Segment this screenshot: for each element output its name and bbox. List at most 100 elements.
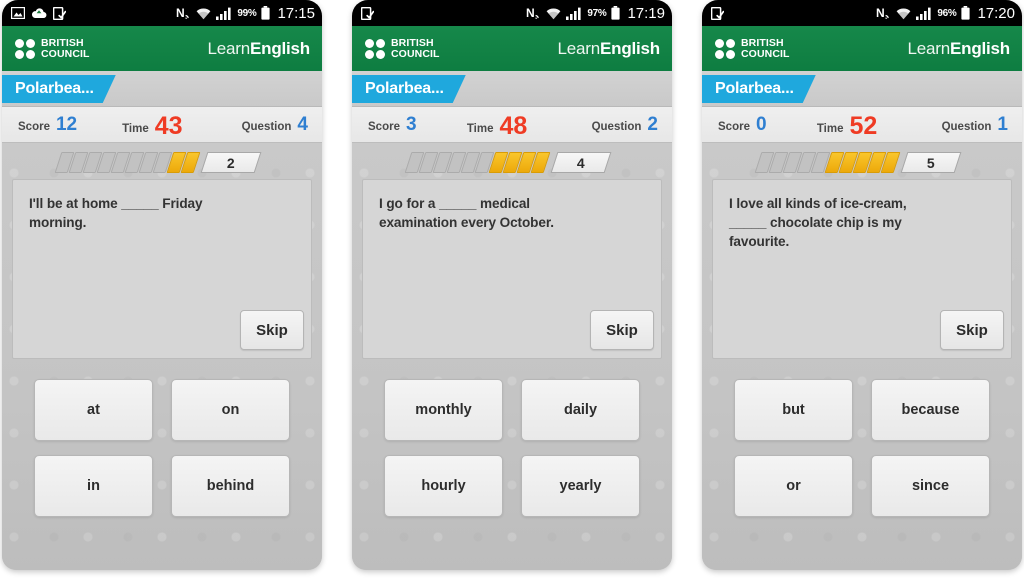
quiz-body: 2 I'll be at home _____ Friday morning. … bbox=[2, 143, 322, 570]
tab-strip: Polarbea... bbox=[2, 71, 322, 107]
answer-option-4[interactable]: since bbox=[871, 455, 990, 517]
score-stat: Score 3 bbox=[368, 114, 417, 136]
question-value: 1 bbox=[997, 113, 1008, 135]
progress-badge: 5 bbox=[900, 151, 962, 173]
score-label: Score bbox=[718, 120, 750, 133]
status-bar: N 96% 17:20 bbox=[702, 0, 1022, 26]
skip-button[interactable]: Skip bbox=[590, 310, 654, 350]
wifi-icon bbox=[546, 7, 561, 19]
svg-text:N: N bbox=[876, 6, 885, 20]
progress-bars bbox=[404, 151, 551, 173]
british-council-wordmark: BRITISH COUNCIL bbox=[741, 38, 790, 59]
quiz-body: 5 I love all kinds of ice-cream, _____ c… bbox=[702, 143, 1022, 570]
status-clock: 17:15 bbox=[277, 4, 315, 22]
status-right-icons: N 96% 17:20 bbox=[876, 5, 1015, 22]
answer-option-2[interactable]: on bbox=[171, 379, 290, 441]
learnenglish-logo: LearnEnglish bbox=[557, 38, 661, 59]
stats-bar: Score 12 Time 43 Question 4 bbox=[2, 107, 322, 143]
brand-header: BRITISH COUNCIL LearnEnglish bbox=[702, 26, 1022, 71]
answer-option-3[interactable]: hourly bbox=[384, 455, 503, 517]
device-sync-icon bbox=[361, 6, 374, 20]
battery-percent-label: 97% bbox=[587, 7, 607, 19]
stats-bar: Score 0 Time 52 Question 1 bbox=[702, 107, 1022, 143]
brand-line-1: BRITISH bbox=[391, 37, 434, 49]
quiz-body: 4 I go for a _____ medical examination e… bbox=[352, 143, 672, 570]
time-value: 43 bbox=[154, 112, 183, 140]
answer-option-1[interactable]: monthly bbox=[384, 379, 503, 441]
four-dots-icon bbox=[15, 38, 35, 59]
nfc-icon: N bbox=[526, 6, 540, 20]
battery-percent-label: 99% bbox=[237, 7, 257, 19]
question-label: Question bbox=[591, 120, 642, 133]
answer-option-2[interactable]: because bbox=[871, 379, 990, 441]
answer-option-4[interactable]: behind bbox=[171, 455, 290, 517]
british-council-logo: BRITISH COUNCIL bbox=[15, 38, 90, 59]
question-card: I'll be at home _____ Friday morning. Sk… bbox=[12, 179, 312, 359]
status-right-icons: N 99% 17:15 bbox=[176, 5, 315, 22]
answer-option-2[interactable]: daily bbox=[521, 379, 640, 441]
answer-option-3[interactable]: or bbox=[734, 455, 853, 517]
answer-option-4[interactable]: yearly bbox=[521, 455, 640, 517]
progress-strip: 2 bbox=[12, 151, 312, 173]
signal-icon bbox=[216, 7, 231, 20]
score-label: Score bbox=[368, 120, 400, 133]
brand-line-1: BRITISH bbox=[41, 37, 84, 49]
time-stat: Time 48 bbox=[417, 110, 592, 140]
time-value: 48 bbox=[499, 112, 528, 140]
brand-header: BRITISH COUNCIL LearnEnglish bbox=[2, 26, 322, 71]
time-value: 52 bbox=[849, 112, 878, 140]
svg-text:N: N bbox=[176, 6, 185, 20]
time-label: Time bbox=[816, 123, 844, 135]
question-value: 4 bbox=[297, 113, 308, 135]
question-text: I love all kinds of ice-cream, _____ cho… bbox=[729, 196, 907, 249]
progress-badge-value: 4 bbox=[577, 154, 585, 170]
question-card: I love all kinds of ice-cream, _____ cho… bbox=[712, 179, 1012, 359]
status-left-icons bbox=[711, 6, 724, 20]
battery-icon bbox=[611, 6, 621, 20]
time-stat: Time 52 bbox=[767, 110, 942, 140]
skip-button[interactable]: Skip bbox=[940, 310, 1004, 350]
learn-word: Learn bbox=[557, 38, 601, 58]
answer-option-1[interactable]: at bbox=[34, 379, 153, 441]
question-stat: Question 4 bbox=[242, 114, 308, 136]
learn-word: Learn bbox=[207, 38, 251, 58]
british-council-logo: BRITISH COUNCIL bbox=[715, 38, 790, 59]
tab-strip: Polarbea... bbox=[352, 71, 672, 107]
answer-option-3[interactable]: in bbox=[34, 455, 153, 517]
english-word: English bbox=[600, 38, 660, 58]
tab-polarbear[interactable]: Polarbea... bbox=[352, 75, 466, 103]
score-stat: Score 0 bbox=[718, 114, 767, 136]
score-label: Score bbox=[18, 120, 50, 133]
brand-line-2: COUNCIL bbox=[741, 47, 790, 60]
answer-options: monthly daily hourly yearly bbox=[362, 379, 662, 517]
question-text: I go for a _____ medical examination eve… bbox=[379, 196, 554, 230]
status-clock: 17:19 bbox=[627, 4, 665, 22]
cloud-upload-icon bbox=[31, 8, 47, 19]
progress-bars bbox=[754, 151, 901, 173]
english-word: English bbox=[950, 38, 1010, 58]
score-value: 12 bbox=[55, 113, 78, 135]
status-right-icons: N 97% 17:19 bbox=[526, 5, 665, 22]
nfc-icon: N bbox=[176, 6, 190, 20]
british-council-wordmark: BRITISH COUNCIL bbox=[41, 38, 90, 59]
tab-polarbear[interactable]: Polarbea... bbox=[2, 75, 116, 103]
four-dots-icon bbox=[365, 38, 385, 59]
screenshot-root: N 99% 17:15 BRITISH COUNCIL LearnEnglish bbox=[0, 0, 1024, 587]
skip-button[interactable]: Skip bbox=[240, 310, 304, 350]
score-value: 3 bbox=[405, 113, 417, 135]
progress-strip: 5 bbox=[712, 151, 1012, 173]
time-label: Time bbox=[466, 123, 494, 135]
device-sync-icon bbox=[53, 6, 66, 20]
nfc-icon: N bbox=[876, 6, 890, 20]
status-left-icons bbox=[11, 6, 66, 20]
tab-polarbear[interactable]: Polarbea... bbox=[702, 75, 816, 103]
progress-bars bbox=[54, 151, 201, 173]
battery-icon bbox=[261, 6, 271, 20]
wifi-icon bbox=[196, 7, 211, 19]
four-dots-icon bbox=[715, 38, 735, 59]
british-council-wordmark: BRITISH COUNCIL bbox=[391, 38, 440, 59]
answer-options: but because or since bbox=[712, 379, 1012, 517]
answer-option-1[interactable]: but bbox=[734, 379, 853, 441]
brand-line-2: COUNCIL bbox=[41, 47, 90, 60]
brand-header: BRITISH COUNCIL LearnEnglish bbox=[352, 26, 672, 71]
